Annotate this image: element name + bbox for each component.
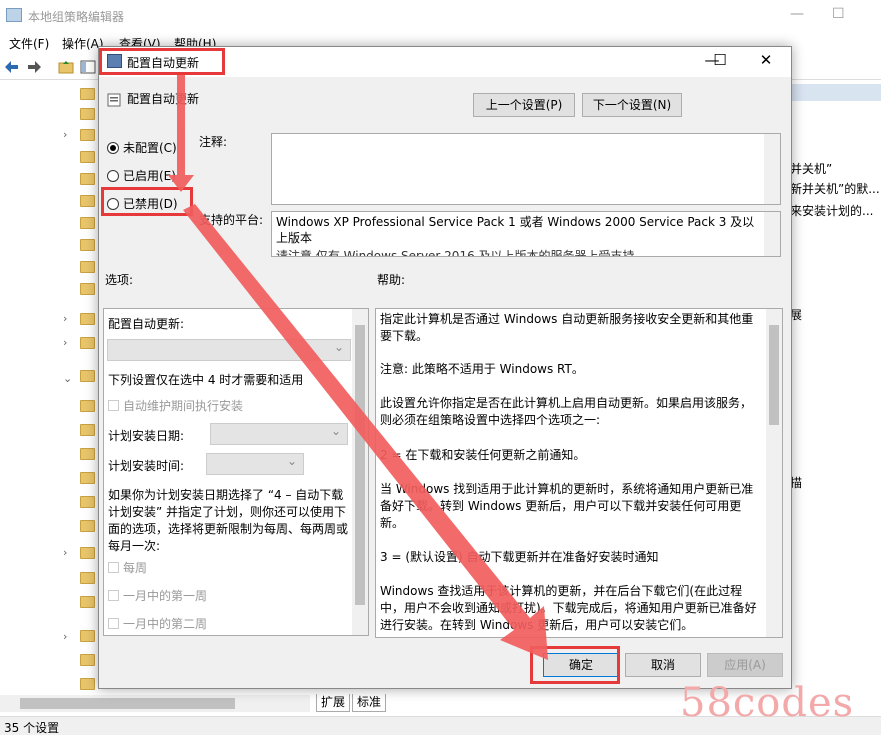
- down-arrow-icon: [168, 75, 194, 192]
- watermark-logo: 58codes: [680, 680, 855, 726]
- annotation-arrows: [168, 75, 548, 660]
- diagonal-arrow-icon: [183, 204, 548, 660]
